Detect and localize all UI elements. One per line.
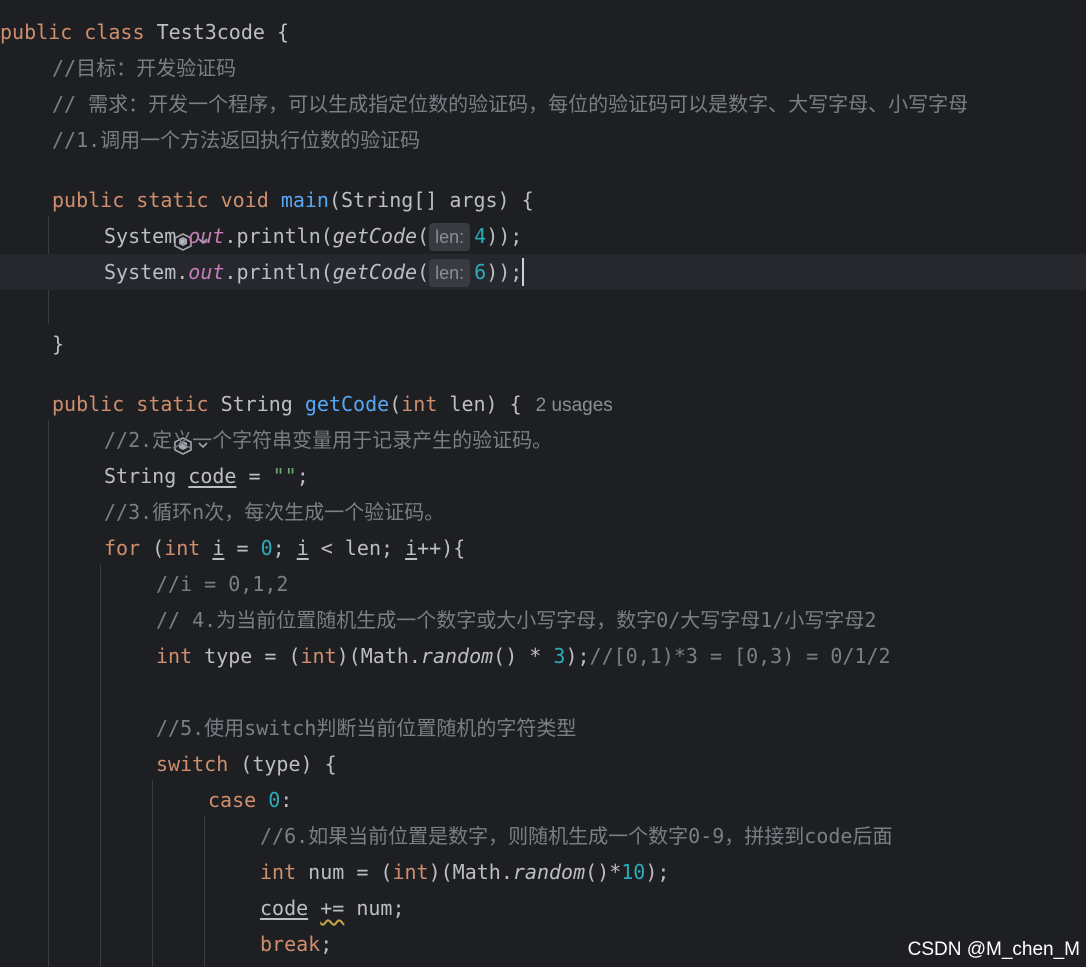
- code-line-type[interactable]: int type = (int)(Math.random() * 3);//[0…: [156, 638, 1086, 674]
- indent-guide: [152, 780, 153, 967]
- code-line-switch[interactable]: switch (type) {: [156, 746, 1086, 782]
- code-line-for[interactable]: for (int i = 0; i < len; i++){: [104, 530, 1086, 566]
- code-line-comment[interactable]: //6.如果当前位置是数字，则随机生成一个数字0-9，拼接到code后面: [260, 818, 1086, 854]
- usages-hint[interactable]: 2 usages: [536, 395, 613, 416]
- code-line-comment[interactable]: // 4.为当前位置随机生成一个数字或大小写字母，数字0/大写字母1/小写字母2: [156, 602, 1086, 638]
- code-line-num[interactable]: int num = (int)(Math.random()*10);: [260, 854, 1086, 890]
- code-line-comment[interactable]: //3.循环n次，每次生成一个验证码。: [104, 494, 1086, 530]
- indent-guide: [204, 816, 205, 967]
- text-caret: [522, 257, 525, 286]
- code-line-comment[interactable]: //2.定义一个字符串变量用于记录产生的验证码。: [104, 422, 1086, 458]
- code-line-comment[interactable]: //目标：开发验证码: [52, 50, 1086, 86]
- code-editor[interactable]: public class Test3code { //目标：开发验证码 // 需…: [0, 0, 1086, 967]
- code-line-comment[interactable]: //5.使用switch判断当前位置随机的字符类型: [156, 710, 1086, 746]
- code-line-comment[interactable]: //i = 0,1,2: [156, 566, 1086, 602]
- code-line-code-init[interactable]: String code = "";: [104, 458, 1086, 494]
- watermark: CSDN @M_chen_M: [907, 939, 1080, 960]
- parameter-hint: len:: [429, 259, 471, 287]
- code-line-getcode-decl[interactable]: public static String getCode(int len) {2…: [52, 386, 1086, 422]
- code-line-println-current[interactable]: System.out.println(getCode(len: 6));: [0, 254, 1086, 290]
- code-line-append[interactable]: code += num;: [260, 890, 1086, 926]
- code-line-main-decl[interactable]: public static void main(String[] args) {: [52, 182, 1086, 218]
- code-line-comment[interactable]: // 需求：开发一个程序，可以生成指定位数的验证码，每位的验证码可以是数字、大写…: [52, 86, 1086, 122]
- code-line-println[interactable]: System.out.println(getCode(len: 4));: [104, 218, 1086, 254]
- code-line-case[interactable]: case 0:: [208, 782, 1086, 818]
- code-line-class-decl[interactable]: public class Test3code {: [0, 14, 1086, 50]
- parameter-hint: len:: [429, 223, 471, 251]
- indent-guide: [100, 564, 101, 967]
- indent-guide: [48, 420, 49, 967]
